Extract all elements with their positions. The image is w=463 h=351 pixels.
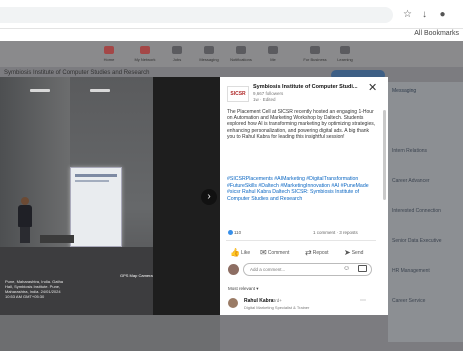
right-item-3[interactable]: Interested Connection: [392, 208, 460, 214]
notifications-icon[interactable]: [236, 46, 246, 54]
like-button[interactable]: 👍Like: [230, 248, 250, 257]
chevron-down-icon: ▾: [256, 286, 259, 291]
photo-bottom-strip: [0, 315, 220, 351]
comment-placeholder: Add a comment...: [250, 267, 286, 272]
linkedin-nav: [0, 41, 463, 67]
home-icon[interactable]: [104, 46, 114, 54]
network-icon[interactable]: [140, 46, 150, 54]
presenter-head: [21, 197, 29, 205]
like-label: Like: [240, 249, 251, 256]
thumbs-up-icon: 👍: [230, 248, 240, 257]
nav-label-home: Home: [103, 57, 115, 62]
divider: [226, 240, 376, 241]
messaging-icon[interactable]: [204, 46, 214, 54]
post-time: 1w · Edited: [253, 97, 276, 102]
comment-icon: ✉: [260, 248, 267, 257]
projector-screen: [70, 167, 122, 247]
comment-sort-dropdown[interactable]: Most relevant ▾: [228, 286, 259, 292]
address-bar[interactable]: [0, 7, 393, 23]
panel-scrollbar[interactable]: [383, 110, 386, 200]
reading-mode-icon[interactable]: ☆: [402, 9, 413, 20]
repost-label: Repost: [312, 249, 329, 256]
slide-title: [75, 174, 117, 177]
close-icon[interactable]: ✕: [368, 83, 377, 94]
next-photo-button[interactable]: ›: [201, 189, 217, 205]
org-followers: 9,667 followers: [253, 91, 284, 96]
presenter-legs: [20, 227, 30, 243]
send-button[interactable]: ➤Send: [344, 248, 363, 257]
comments-count[interactable]: 1 comment · 3 reposts: [313, 230, 358, 235]
more-options-icon[interactable]: ⋯: [360, 297, 366, 304]
post-text: The Placement Cell at SICSR recently hos…: [227, 109, 376, 140]
org-name[interactable]: Symbiosis Institute of Computer Studi...: [253, 84, 363, 90]
business-icon[interactable]: [310, 46, 320, 54]
post-hashtags[interactable]: #SICSRPlacements #AIMarketing #DigitalTr…: [227, 176, 377, 202]
nav-label-business: For Business: [303, 57, 327, 62]
right-item-5[interactable]: HR Management: [392, 268, 460, 274]
comment-button[interactable]: ✉Comment: [260, 248, 289, 257]
send-label: Send: [351, 249, 364, 256]
post-photo: Pune, Maharashtra, India. Gatha Hall, Sy…: [0, 77, 220, 315]
image-icon[interactable]: [358, 265, 367, 272]
nav-label-me: Me: [270, 57, 276, 62]
reaction-count[interactable]: 110: [228, 230, 242, 236]
commenter-degree: · 3rd+: [270, 298, 282, 303]
ceiling-light: [30, 89, 50, 92]
right-item-messaging[interactable]: Messaging: [392, 88, 460, 94]
org-logo[interactable]: SICSR: [227, 86, 249, 102]
me-icon[interactable]: [268, 46, 278, 54]
presenter: [18, 197, 32, 243]
right-item-1[interactable]: Intern Relations: [392, 148, 460, 154]
jobs-icon[interactable]: [172, 46, 182, 54]
commenter-avatar[interactable]: [228, 298, 238, 308]
sort-label: Most relevant: [228, 286, 256, 291]
profile-icon[interactable]: ●: [437, 9, 448, 20]
desk: [40, 235, 74, 243]
photo-location-caption: Pune, Maharashtra, India. Gatha Hall, Sy…: [5, 279, 64, 299]
right-item-4[interactable]: Senior Data Executive: [392, 238, 460, 244]
avatar[interactable]: [228, 264, 239, 275]
all-bookmarks-link[interactable]: All Bookmarks: [414, 30, 459, 37]
nav-label-network: My Network: [134, 57, 156, 62]
nav-label-notifications: Notifications: [230, 57, 252, 62]
download-icon[interactable]: ↓: [419, 9, 430, 20]
presenter-body: [18, 205, 32, 227]
repost-icon: ⇄: [305, 248, 312, 257]
send-icon: ➤: [344, 248, 351, 257]
comment-label: Comment: [267, 249, 290, 256]
right-item-6[interactable]: Career Service: [392, 298, 460, 304]
repost-button[interactable]: ⇄Repost: [305, 248, 329, 257]
nav-label-jobs: Jobs: [172, 57, 182, 62]
reaction-number: 110: [234, 230, 242, 235]
like-reaction-icon: [228, 230, 233, 236]
nav-label-messaging: Messaging: [199, 57, 219, 62]
ceiling-light: [90, 89, 110, 92]
right-item-2[interactable]: Career Advancer: [392, 178, 460, 184]
learning-icon[interactable]: [340, 46, 350, 54]
commenter-headline: Digital Marketing Specialist & Trainer: [244, 305, 310, 310]
nav-label-learning: Learning: [337, 57, 353, 62]
bookmarks-bar: All Bookmarks: [0, 29, 463, 41]
emoji-icon[interactable]: ☺: [343, 265, 350, 273]
slide-line: [75, 180, 109, 182]
company-page-caption: Symbiosis Institute of Computer Studies …: [4, 70, 150, 76]
photo-badge: GPS Map Camera: [120, 273, 153, 278]
